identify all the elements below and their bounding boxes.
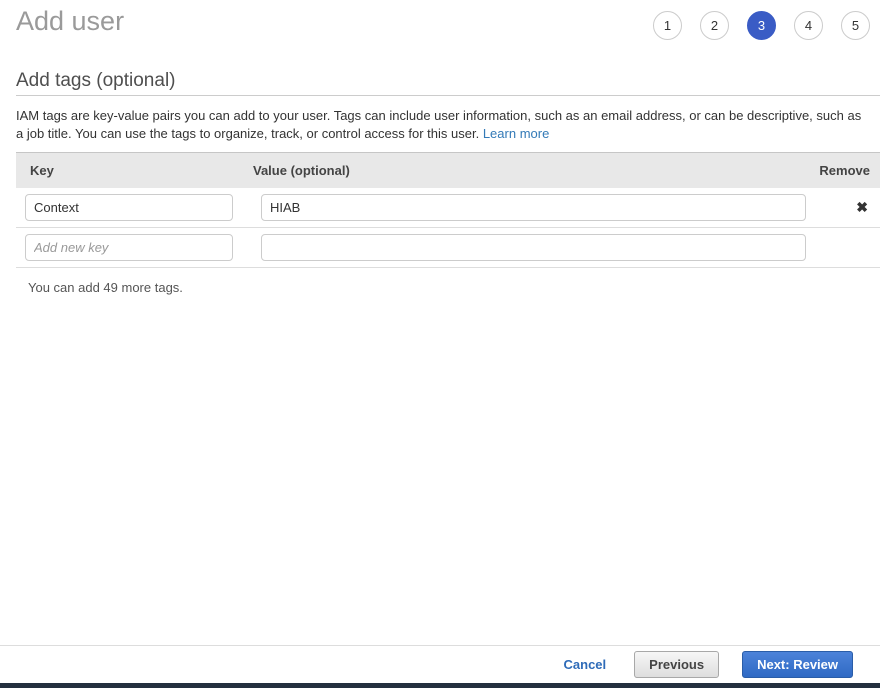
- wizard-step-5[interactable]: 5: [841, 11, 870, 40]
- column-header-key: Key: [16, 163, 253, 178]
- tags-table: Key Value (optional) Remove ✖: [16, 152, 880, 268]
- description-text: IAM tags are key-value pairs you can add…: [16, 108, 861, 141]
- wizard-step-3-active[interactable]: 3: [747, 11, 776, 40]
- column-header-remove: Remove: [806, 163, 880, 178]
- tag-value-input-2[interactable]: [261, 234, 806, 261]
- tags-table-header: Key Value (optional) Remove: [16, 152, 880, 188]
- wizard-step-2[interactable]: 2: [700, 11, 729, 40]
- column-header-value: Value (optional): [253, 163, 806, 178]
- tag-key-input-2[interactable]: [25, 234, 233, 261]
- tags-remaining-note: You can add 49 more tags.: [16, 268, 880, 295]
- main-content: Add tags (optional) IAM tags are key-val…: [16, 70, 880, 295]
- learn-more-link[interactable]: Learn more: [483, 126, 549, 141]
- page-header: Add user 1 2 3 4 5: [0, 0, 880, 56]
- remove-tag-icon[interactable]: ✖: [856, 200, 868, 214]
- wizard-steps: 1 2 3 4 5: [653, 11, 870, 40]
- tag-row-1: ✖: [16, 188, 880, 228]
- next-review-button[interactable]: Next: Review: [742, 651, 853, 678]
- tag-value-input-1[interactable]: [261, 194, 806, 221]
- console-footer-strip: [0, 683, 880, 688]
- wizard-step-1[interactable]: 1: [653, 11, 682, 40]
- cancel-button[interactable]: Cancel: [564, 657, 607, 672]
- tag-remove-cell-1: ✖: [806, 199, 880, 217]
- wizard-step-4[interactable]: 4: [794, 11, 823, 40]
- section-description: IAM tags are key-value pairs you can add…: [16, 107, 870, 143]
- section-heading: Add tags (optional): [16, 70, 880, 96]
- tag-row-2: [16, 228, 880, 268]
- footer-bar: Cancel Previous Next: Review: [0, 645, 880, 683]
- previous-button[interactable]: Previous: [634, 651, 719, 678]
- tag-key-input-1[interactable]: [25, 194, 233, 221]
